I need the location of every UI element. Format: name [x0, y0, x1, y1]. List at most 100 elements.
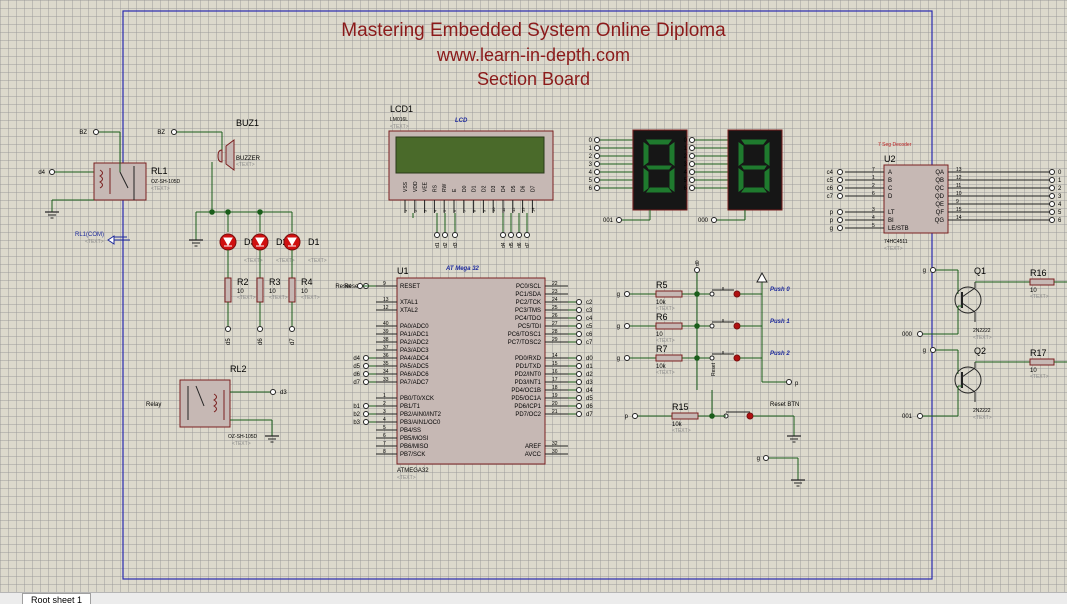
- decoder-ref: U2: [884, 154, 896, 164]
- schematic-diagram: BZd4 RL1OZ-SH-105D<TEXT>RL1(COM)<TEXT>BZB…: [38, 10, 1067, 580]
- pushbtn-1-led: [733, 322, 741, 330]
- transistor-Q1-resistor-ref: R16: [1030, 268, 1047, 278]
- terminal: [594, 145, 600, 151]
- mcu-pin-name-PD6/ICP1: PD6/ICP1: [514, 404, 541, 410]
- mcu-pin-name-PD7/OC2: PD7/OC2: [515, 412, 541, 418]
- terminal: [837, 177, 843, 183]
- relay2-part: OZ-SH-105D: [228, 434, 258, 440]
- terminal: [576, 411, 582, 417]
- mcu-pin-name-PC7/TOSC2: PC7/TOSC2: [508, 340, 542, 346]
- mcu-pin-number-38: 38: [383, 337, 389, 343]
- decoder-pin-name-LE/STB: LE/STB: [888, 226, 909, 232]
- mcu-pin-name-PB7/SCK: PB7/SCK: [400, 452, 425, 458]
- pushbtn-d0-net: d0: [695, 260, 701, 266]
- terminal: [363, 371, 369, 377]
- seg0-common-net: 001: [603, 218, 614, 224]
- decoder-pin-name-QG: QG: [935, 218, 945, 224]
- lcd-part: LM016L: [390, 117, 408, 123]
- decoder-pin-name-LT: LT: [888, 210, 895, 216]
- sheet-tab[interactable]: Root sheet 1: [22, 593, 92, 604]
- resistor-R3-net: d6: [258, 338, 264, 345]
- terminal: [576, 363, 582, 369]
- mcu-pin-number-32: 32: [552, 441, 558, 447]
- relay1-input-net-label: d4: [38, 170, 45, 176]
- mcu-net-c5: c5: [586, 324, 593, 330]
- pushbtn-1-label: Push 1: [770, 319, 790, 325]
- transistor-Q1-collector: [961, 287, 976, 298]
- terminal: [363, 355, 369, 361]
- seg0-segment: [643, 142, 649, 166]
- decoder-pin-name-QC: QC: [935, 186, 945, 192]
- lcd-net-d7: d7: [525, 242, 531, 248]
- mcu-pin-name-XTAL2: XTAL2: [400, 308, 419, 314]
- mcu-pin-number-30: 30: [552, 449, 558, 455]
- decoder-pin-number-5: 5: [872, 223, 875, 229]
- led-D1-ref: D1: [308, 237, 320, 247]
- lcd-pin-D7: D7: [530, 185, 536, 192]
- mcu-pin-name-PD2/INT0: PD2/INT0: [515, 372, 542, 378]
- pushbtn-supply-arrow: [756, 271, 768, 283]
- mcu-pin-name-PD4/OC1B: PD4/OC1B: [511, 388, 541, 394]
- terminal: [576, 403, 582, 409]
- decoder-pin-name-QE: QE: [935, 202, 944, 208]
- terminal: [442, 232, 448, 238]
- terminal: [594, 177, 600, 183]
- transistor-Q1-part: 2N2222: [973, 328, 991, 334]
- transistor-Q1-resistor-text-placeholder: <TEXT>: [1030, 294, 1049, 300]
- mcu-pin-number-24: 24: [552, 297, 558, 303]
- decoder-pin-name-B: B: [888, 178, 892, 184]
- terminal: [357, 283, 363, 289]
- decoder-out-net-1: 1: [1058, 178, 1062, 184]
- mcu-pin-number-28: 28: [552, 329, 558, 335]
- decoder-pin-number-13: 13: [956, 167, 962, 173]
- pushbtn-1-net: g: [617, 324, 620, 330]
- seg1-segment: [764, 142, 770, 166]
- lcd-text-placeholder: <TEXT>: [390, 124, 409, 130]
- decoder-pin-number-9: 9: [956, 199, 959, 205]
- buzzer-horn: [225, 139, 235, 171]
- mcu-pin-name-PA7/ADC7: PA7/ADC7: [400, 380, 429, 386]
- pushbtn-2-contact: [709, 355, 715, 361]
- decoder-pin-name-A: A: [888, 170, 892, 176]
- terminal: [452, 232, 458, 238]
- buzzer-net-label: BZ: [157, 130, 165, 136]
- seg1-segment: [738, 142, 744, 166]
- terminal: [363, 419, 369, 425]
- transistor-Q2-base-net: 001: [902, 414, 913, 420]
- terminal: [837, 217, 843, 223]
- seg0-input-6: 6: [589, 186, 593, 192]
- terminal: [576, 379, 582, 385]
- transistor-Q2-gate-net: g: [923, 348, 926, 354]
- decoder-pin-number-11: 11: [956, 183, 961, 189]
- terminal: [1049, 193, 1055, 199]
- mcu-pin-number-37: 37: [383, 345, 389, 351]
- seg1-segment: [741, 187, 767, 193]
- reset-led: [746, 412, 754, 420]
- terminal: [576, 387, 582, 393]
- lcd-tag: LCD: [455, 118, 468, 124]
- mcu-pin-name-PC2/TCK: PC2/TCK: [516, 300, 541, 306]
- mcu-net-d6: d6: [586, 404, 593, 410]
- decoder-pin-number-3: 3: [872, 207, 875, 213]
- resistor-R2-net: d5: [226, 338, 232, 345]
- decoder-out-net-0: 0: [1058, 170, 1062, 176]
- mcu-reset-net: Reset: [335, 284, 351, 290]
- decoder-pin-number-14: 14: [956, 215, 962, 221]
- mcu-net-b3: b3: [353, 420, 360, 426]
- mcu-net-d4: d4: [353, 356, 360, 362]
- reset-resistor-resistor-body: [671, 412, 699, 420]
- mcu-pin-name-PC1/SDA: PC1/SDA: [515, 292, 541, 298]
- resistor-R2-resistor-body: [224, 277, 232, 303]
- lcd-pin-number: 12: [511, 207, 516, 212]
- ground-net-g: g: [757, 456, 760, 462]
- mcu-title: AT Mega 32: [445, 266, 480, 272]
- seg0-input-0: 0: [589, 138, 593, 144]
- terminal: [270, 389, 276, 395]
- resistor-R3-text-placeholder: <TEXT>: [269, 295, 288, 301]
- terminal: [524, 232, 530, 238]
- mcu-pin-number-22: 22: [552, 281, 558, 287]
- mcu-pin-name-PB1/T1: PB1/T1: [400, 404, 421, 410]
- mcu-pin-name-PC3/TMS: PC3/TMS: [515, 308, 541, 314]
- terminal: [576, 339, 582, 345]
- transistor-Q1-gate-net: g: [923, 268, 926, 274]
